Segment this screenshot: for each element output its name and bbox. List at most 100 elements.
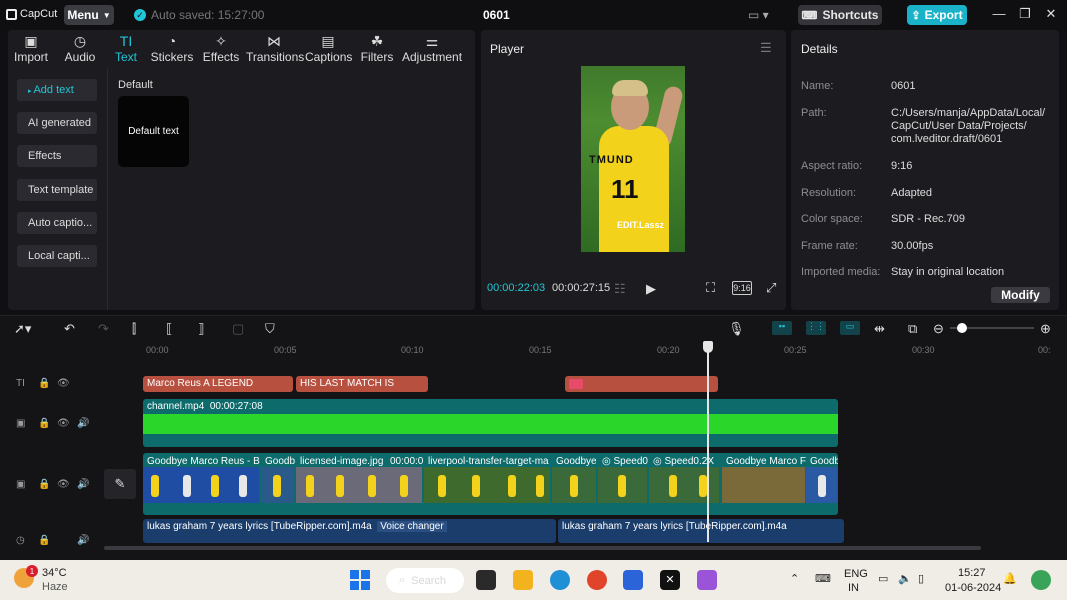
screenshot-icon[interactable]: ⛶: [706, 280, 715, 296]
weather-text[interactable]: Haze: [42, 581, 68, 593]
tab-adjustment[interactable]: ⚌ Adjustment: [402, 32, 462, 68]
eye-icon[interactable]: 👁: [57, 418, 70, 429]
windows-start-icon[interactable]: [350, 570, 370, 590]
menu-button[interactable]: Menu ▼: [64, 5, 114, 25]
speaker-icon[interactable]: 🔊: [77, 418, 89, 429]
modify-button[interactable]: Modify: [991, 287, 1050, 303]
undo-icon[interactable]: ↶: [64, 321, 75, 337]
maximize-icon[interactable]: ❐: [1017, 6, 1033, 24]
app-taskbar-icon[interactable]: [697, 570, 717, 590]
playhead-handle[interactable]: [703, 341, 713, 353]
clock-time[interactable]: 15:27: [958, 567, 986, 579]
zoom-in-icon[interactable]: ⊕: [1040, 321, 1051, 337]
temperature[interactable]: 34°C: [42, 567, 67, 579]
side-item-text-template[interactable]: Text template: [17, 179, 97, 201]
preview-axis-icon[interactable]: ⇹: [874, 321, 885, 337]
copilot-icon[interactable]: [1031, 570, 1051, 590]
zoom-slider-handle[interactable]: [957, 323, 967, 333]
play-icon[interactable]: ▶: [646, 281, 656, 297]
side-item-add-text[interactable]: ▸ Add text: [17, 79, 97, 101]
text-clip[interactable]: Marco Reus A LEGEND: [143, 376, 293, 392]
link-icon[interactable]: ▭: [840, 321, 860, 335]
video-clip-label[interactable]: Goodb: [806, 454, 838, 468]
side-item-local-captions[interactable]: Local capti...: [17, 245, 97, 267]
video-clip-label[interactable]: Goodb: [261, 454, 295, 468]
ratio-button[interactable]: 9:16: [732, 281, 752, 295]
video-clip-label[interactable]: licensed-image.jpg: [296, 454, 386, 468]
detail-value-colorspace: SDR - Rec.709: [891, 213, 965, 225]
keyboard-icon[interactable]: ⌨: [815, 572, 831, 585]
text-clip[interactable]: HIS LAST MATCH IS: [296, 376, 428, 392]
split-left-icon[interactable]: ⟦: [166, 321, 172, 337]
task-view-icon[interactable]: [476, 570, 496, 590]
main-track-magnet-icon[interactable]: ▪▪: [772, 321, 792, 335]
store-icon[interactable]: [623, 570, 643, 590]
tab-audio[interactable]: ◷ Audio: [60, 32, 100, 68]
hamburger-icon[interactable]: ☰: [760, 40, 772, 56]
shortcuts-button[interactable]: ⌨ Shortcuts: [798, 5, 882, 25]
notification-icon[interactable]: 🔔: [1003, 572, 1017, 585]
battery-icon[interactable]: ▯: [918, 572, 924, 585]
language-region[interactable]: IN: [848, 582, 859, 594]
zoom-out-icon[interactable]: ⊖: [933, 321, 944, 337]
video-clip-label[interactable]: Goodbye: [552, 454, 596, 468]
select-icon[interactable]: ➚▾: [14, 321, 31, 337]
timeline-scrollbar[interactable]: [104, 546, 981, 550]
video-preview[interactable]: TMUND 11 EDIT.Lassz: [581, 66, 685, 252]
clock-date[interactable]: 01-06-2024: [945, 582, 1001, 594]
network-icon[interactable]: ▭: [878, 572, 888, 585]
video-clip-label[interactable]: ◎ Speed0: [598, 454, 648, 468]
eye-icon[interactable]: 👁: [57, 479, 70, 490]
minimize-icon[interactable]: —: [991, 6, 1007, 24]
tab-transitions[interactable]: ⋈ Transitions: [246, 32, 304, 68]
speaker-icon[interactable]: 🔊: [77, 479, 89, 490]
tab-text[interactable]: TI Text: [108, 32, 144, 68]
tab-filters[interactable]: ☘ Filters: [359, 32, 395, 68]
chrome-icon[interactable]: [587, 570, 607, 590]
video-clip-label[interactable]: liverpool-transfer-target-ma: [424, 454, 550, 468]
video-clip-label[interactable]: 00:00:0: [386, 454, 423, 468]
playhead[interactable]: [707, 342, 709, 542]
preview-watermark: EDIT.Lassz: [617, 220, 665, 230]
export-button[interactable]: ⇪ Export: [907, 5, 967, 25]
main-clip-waveform: [143, 414, 838, 434]
side-item-auto-captions[interactable]: Auto captio...: [17, 212, 97, 234]
tab-effects[interactable]: ✧ Effects: [202, 32, 240, 68]
video-clip-label[interactable]: Goodbye Marco Reus - B: [143, 454, 260, 468]
tab-import[interactable]: ▣ Import: [11, 32, 51, 68]
detail-label-path: Path:: [801, 107, 827, 119]
tab-stickers[interactable]: ◔ Stickers: [150, 32, 194, 68]
text-clip[interactable]: [565, 376, 718, 392]
close-icon[interactable]: ✕: [1043, 6, 1059, 24]
split-right-icon[interactable]: ⟧: [198, 321, 204, 337]
edge-icon[interactable]: [550, 570, 570, 590]
file-explorer-icon[interactable]: [513, 570, 533, 590]
auto-snap-icon[interactable]: ⋮⋮: [806, 321, 826, 335]
lock-icon[interactable]: 🔒: [38, 418, 50, 429]
lock-icon[interactable]: 🔒: [38, 535, 50, 546]
side-item-effects[interactable]: Effects: [17, 145, 97, 167]
tab-captions[interactable]: ▤ Captions: [305, 32, 352, 68]
fullscreen-icon[interactable]: ⤢: [766, 280, 776, 296]
default-text-card[interactable]: Default text: [118, 96, 189, 167]
eye-icon[interactable]: 👁: [57, 378, 70, 389]
video-clip-label[interactable]: Goodbye Marco F: [722, 454, 806, 468]
language-code[interactable]: ENG: [844, 568, 868, 580]
audio-clip[interactable]: lukas graham 7 years lyrics [TubeRipper.…: [558, 519, 844, 543]
layout-icon[interactable]: ▭ ▾: [748, 8, 769, 22]
capcut-taskbar-icon[interactable]: ✕: [660, 570, 680, 590]
cover-edit-icon[interactable]: ✎: [104, 469, 136, 499]
lock-icon[interactable]: 🔒: [38, 378, 50, 389]
split-icon[interactable]: ⫿: [132, 321, 136, 337]
taskbar-search[interactable]: ⌕ Search: [386, 568, 464, 593]
side-item-ai-generated[interactable]: AI generated: [17, 112, 97, 134]
speaker-icon[interactable]: 🔊: [77, 535, 89, 546]
lock-icon[interactable]: 🔒: [38, 479, 50, 490]
shield-icon[interactable]: ⛉: [265, 321, 275, 337]
microphone-icon[interactable]: 🎙: [728, 321, 745, 337]
thumbnail-icon[interactable]: ⧉: [908, 321, 917, 337]
chevron-up-icon[interactable]: ⌃: [790, 572, 799, 585]
volume-icon[interactable]: 🔈: [898, 572, 912, 585]
grid-icon[interactable]: ☷: [614, 281, 626, 297]
audio-clip[interactable]: lukas graham 7 years lyrics [TubeRipper.…: [143, 519, 556, 543]
